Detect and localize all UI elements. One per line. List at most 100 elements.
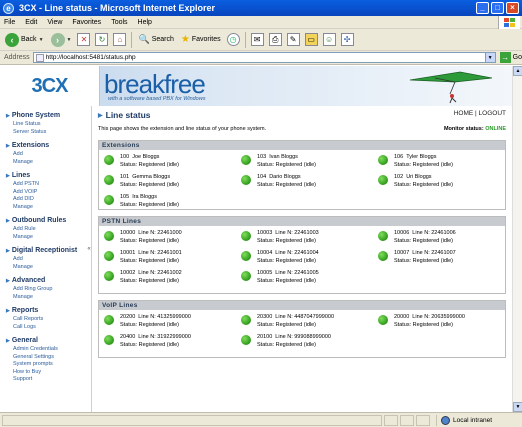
status-led-icon (104, 335, 114, 345)
sidebar-link[interactable]: Add DID (6, 196, 91, 204)
sidebar-section-title: ▶ Advanced (6, 277, 91, 284)
forward-icon: › (50, 32, 65, 47)
sidebar-section-label: Outbound Rules (11, 217, 67, 224)
sidebar-link[interactable]: Server Status (6, 129, 91, 137)
entry-name: Line N: 31922999000 (138, 334, 191, 340)
edit-icon[interactable]: ✎ (286, 33, 300, 46)
sidebar-link[interactable]: Call Logs (6, 324, 91, 332)
sidebar-link[interactable]: Add (6, 151, 91, 159)
menu-file[interactable]: File (4, 19, 15, 26)
sidebar-link[interactable]: Add Rule (6, 226, 91, 234)
monitor-value: ONLINE (485, 126, 506, 132)
sidebar-link[interactable]: Manage (6, 204, 91, 212)
favorites-button[interactable]: ★ Favorites (180, 31, 222, 49)
status-cell (384, 414, 398, 426)
sidebar-link[interactable]: General Settings (6, 354, 91, 362)
status-group: VoIP Lines 20200 Line N: 41325999000 Status… (98, 300, 506, 358)
sidebar-section: ▶ General Admin Credentials General Setting… (6, 337, 91, 384)
go-arrow-icon: → (499, 52, 511, 63)
forward-button[interactable]: › ▼ (50, 31, 73, 49)
banner: 3CX breakfree with a software based PBX … (0, 66, 512, 106)
sidebar-link[interactable]: Manage (6, 159, 91, 167)
collapse-sidebar-icon[interactable]: « (86, 244, 92, 254)
chevron-down-icon: ▼ (38, 36, 44, 43)
entry-number: 20300 (257, 314, 273, 320)
menu-view[interactable]: View (47, 19, 62, 26)
status-entry: 20200 Line N: 41325999000 Status: Register… (101, 313, 231, 333)
entry-name: Dario Bloggs (269, 174, 301, 180)
sidebar-link[interactable]: Add PSTN (6, 181, 91, 189)
chevron-down-icon[interactable]: ▼ (484, 53, 495, 62)
scroll-up-icon[interactable]: ▲ (513, 66, 522, 76)
go-button[interactable]: → Go (499, 52, 522, 63)
entry-name: Tyler Bloggs (406, 154, 437, 160)
home-link[interactable]: HOME (454, 110, 474, 117)
entry-name: Line N: 41325999000 (138, 314, 191, 320)
globe-icon (441, 416, 450, 425)
folder-icon[interactable]: ▭ (304, 33, 318, 46)
entry-title: 101 Gemma Bloggs (120, 174, 170, 180)
menu-tools[interactable]: Tools (111, 19, 127, 26)
sidebar-section-label: Lines (11, 172, 31, 179)
menu-favorites[interactable]: Favorites (72, 19, 101, 26)
status-entry: 10003 Line N: 22461003 Status: Registered … (238, 229, 368, 249)
entry-name: Joe Bloggs (132, 154, 160, 160)
maximize-button[interactable]: □ (491, 2, 504, 14)
status-led-icon (241, 155, 251, 165)
back-button[interactable]: ‹ Back ▼ (4, 31, 45, 49)
sidebar-section-label: General (11, 337, 38, 344)
bluetooth-icon[interactable]: ✣ (340, 33, 354, 46)
status-led-icon (104, 155, 114, 165)
menu-help[interactable]: Help (138, 19, 152, 26)
status-entry: 10005 Line N: 22461005 Status: Registered … (238, 269, 368, 289)
monitor-status: Monitor status: ONLINE (444, 126, 506, 132)
minimize-button[interactable]: _ (476, 2, 489, 14)
print-icon[interactable]: ⎙ (268, 33, 282, 46)
status-entry: 10007 Line N: 22461007 Status: Registered … (375, 249, 505, 269)
messenger-icon[interactable]: ☺ (322, 33, 336, 46)
entry-title: 20000 Line N: 20635999000 (394, 314, 465, 320)
sidebar-link[interactable]: Manage (6, 294, 91, 302)
sidebar-link[interactable]: System prompts (6, 361, 91, 369)
sidebar-link[interactable]: Support (6, 376, 91, 384)
sidebar-link[interactable]: Add VOIP (6, 189, 91, 197)
home-icon[interactable]: ⌂ (113, 33, 127, 46)
history-icon[interactable]: ◷ (226, 33, 240, 46)
sidebar-link[interactable]: Line Status (6, 121, 91, 129)
toolbar-separator (244, 31, 246, 48)
sidebar-link[interactable]: How to Buy (6, 369, 91, 377)
entry-title: 10006 Line N: 22461006 (394, 230, 456, 236)
sidebar: ▶ Phone System Line Status Server Status ▶ Ex… (0, 106, 92, 412)
status-entry: 10000 Line N: 22461000 Status: Registered … (101, 229, 231, 249)
status-led-icon (378, 155, 388, 165)
sidebar-link[interactable]: Add Ring Group (6, 286, 91, 294)
sidebar-link[interactable]: Admin Credentials (6, 346, 91, 354)
entry-number: 10004 (257, 250, 273, 256)
scroll-down-icon[interactable]: ▼ (513, 402, 522, 412)
search-button[interactable]: 🔍 Search (137, 31, 174, 49)
sidebar-link[interactable]: Add (6, 256, 91, 264)
mail-icon[interactable]: ✉ (250, 33, 264, 46)
close-button[interactable]: × (506, 2, 519, 14)
sidebar-link[interactable]: Manage (6, 234, 91, 242)
status-entry: 104 Dario Bloggs Status: Registered (idle) (238, 173, 368, 193)
address-input[interactable]: http://localhost:5481/status.php ▼ (32, 52, 496, 63)
triangle-right-icon: ▶ (6, 247, 10, 254)
entry-name: Line N: 22461006 (412, 230, 456, 236)
logout-link[interactable]: LOGOUT (479, 110, 506, 117)
menu-edit[interactable]: Edit (25, 19, 37, 26)
entry-number: 10005 (257, 270, 273, 276)
status-entry: 10006 Line N: 22461006 Status: Registered … (375, 229, 505, 249)
entry-number: 20000 (394, 314, 410, 320)
sidebar-link[interactable]: Manage (6, 264, 91, 272)
vertical-scrollbar[interactable]: ▲ ▼ (512, 66, 522, 412)
refresh-icon[interactable]: ↻ (95, 33, 109, 46)
entry-status: Status: Registered (idle) (257, 258, 316, 264)
sidebar-section-title: ▶ Extensions (6, 142, 91, 149)
sidebar-link[interactable]: Call Reports (6, 316, 91, 324)
sidebar-section-title: ▶ Phone System (6, 112, 91, 119)
status-led-icon (378, 251, 388, 261)
stop-icon[interactable]: ✕ (77, 33, 91, 46)
entry-title: 20100 Line N: 999088999000 (257, 334, 331, 340)
page-content: 3CX breakfree with a software based PBX … (0, 66, 512, 412)
